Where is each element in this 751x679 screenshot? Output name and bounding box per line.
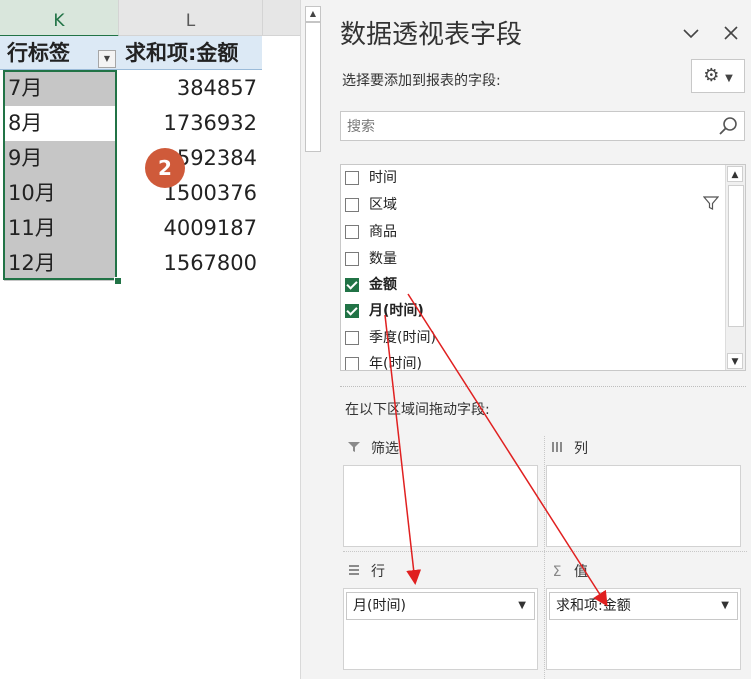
- values-drop-zone[interactable]: 求和项:金额 ▼: [546, 588, 741, 670]
- rows-field-pill[interactable]: 月(时间) ▼: [346, 592, 535, 620]
- sigma-icon: Σ: [552, 564, 562, 580]
- area-divider-horizontal: [343, 551, 747, 552]
- field-label: 季度(时间): [369, 330, 436, 346]
- pivot-row-label[interactable]: 11月: [4, 211, 117, 246]
- field-item-product[interactable]: 商品: [345, 219, 397, 245]
- pivot-row-value[interactable]: 1736932: [119, 106, 257, 141]
- area-divider-vertical: [544, 436, 545, 679]
- field-checkbox[interactable]: [345, 171, 359, 185]
- scroll-up-arrow-icon[interactable]: ▲: [727, 166, 743, 182]
- scrollbar-thumb[interactable]: [728, 185, 744, 327]
- pill-label: 求和项:金额: [556, 598, 631, 614]
- values-field-pill[interactable]: 求和项:金额 ▼: [549, 592, 738, 620]
- field-checkbox[interactable]: [345, 357, 359, 370]
- pivot-sum-header[interactable]: 求和项:金额: [119, 36, 262, 70]
- pivot-row-label[interactable]: 9月: [4, 141, 117, 176]
- field-label: 时间: [369, 170, 397, 186]
- column-header-k[interactable]: K: [0, 0, 119, 37]
- field-item-month[interactable]: 月(时间): [345, 298, 424, 324]
- sheet-vertical-scrollbar[interactable]: ▲: [300, 0, 326, 679]
- spreadsheet-grid: K L 行标签 ▼ 求和项:金额 7月 384857 8月 1736932 9月…: [0, 0, 300, 679]
- columns-icon: [546, 434, 568, 464]
- field-item-quantity[interactable]: 数量: [345, 246, 397, 272]
- column-header-next[interactable]: [263, 0, 300, 36]
- pane-title: 数据透视表字段: [340, 20, 523, 50]
- filter-funnel-icon: [343, 434, 365, 464]
- rows-icon: [343, 557, 365, 587]
- choose-fields-label: 选择要添加到报表的字段:: [342, 73, 501, 89]
- pivot-row-label[interactable]: 12月: [4, 246, 117, 281]
- caret-down-icon[interactable]: ▼: [721, 593, 729, 619]
- field-item-amount[interactable]: 金额: [345, 272, 397, 298]
- field-item-time[interactable]: 时间: [345, 165, 397, 191]
- caret-down-icon: ▼: [725, 73, 733, 84]
- field-checkbox[interactable]: [345, 331, 359, 345]
- field-label: 区域: [369, 197, 397, 213]
- step-number-badge: 2: [145, 148, 185, 188]
- caret-down-icon[interactable]: ▼: [518, 593, 526, 619]
- columns-drop-zone[interactable]: [546, 465, 741, 547]
- rows-drop-zone[interactable]: 月(时间) ▼: [343, 588, 538, 670]
- tools-dropdown-button[interactable]: ⚙ ▼: [691, 59, 745, 93]
- fill-handle[interactable]: [114, 277, 122, 285]
- field-item-quarter[interactable]: 季度(时间): [345, 325, 436, 351]
- search-input[interactable]: [341, 112, 709, 142]
- close-icon[interactable]: [723, 22, 739, 46]
- values-area-label: 值: [574, 564, 588, 580]
- field-label: 年(时间): [369, 356, 422, 371]
- field-label: 金额: [369, 277, 397, 293]
- rows-area-label: 行: [371, 564, 385, 580]
- row-labels-filter-button[interactable]: ▼: [98, 50, 116, 68]
- field-item-region[interactable]: 区域: [345, 192, 397, 218]
- filter-funnel-icon[interactable]: [703, 195, 719, 211]
- pivot-row-value[interactable]: 1567800: [119, 246, 257, 281]
- scroll-up-arrow-icon[interactable]: ▲: [305, 6, 321, 22]
- search-icon[interactable]: [718, 116, 738, 136]
- pivot-row-value[interactable]: 4009187: [119, 211, 257, 246]
- pivot-row-value[interactable]: 592384: [119, 141, 257, 176]
- field-checkbox[interactable]: [345, 225, 359, 239]
- columns-area-label: 列: [574, 441, 588, 457]
- filters-area[interactable]: 筛选: [343, 434, 538, 547]
- values-area[interactable]: Σ值 求和项:金额 ▼: [546, 557, 741, 670]
- field-checkbox[interactable]: [345, 252, 359, 266]
- field-search-box[interactable]: [340, 111, 745, 142]
- field-label: 商品: [369, 224, 397, 240]
- rows-area[interactable]: 行 月(时间) ▼: [343, 557, 538, 670]
- filters-area-label: 筛选: [371, 441, 399, 457]
- pivot-row-label[interactable]: 7月: [4, 71, 117, 106]
- chevron-down-icon[interactable]: [682, 24, 700, 45]
- gear-icon: ⚙: [703, 65, 720, 86]
- row-labels-text: 行标签: [7, 41, 70, 65]
- field-label: 数量: [369, 251, 397, 267]
- column-header-l[interactable]: L: [119, 0, 263, 36]
- pivot-row-value[interactable]: 1500376: [119, 176, 257, 211]
- pivot-row-label[interactable]: 8月: [4, 106, 117, 141]
- pivot-row-label[interactable]: 10月: [4, 176, 117, 211]
- field-list: 时间 区域 商品 数量 金额 月(时间) 季度(时间) 年(时间) ▲ ▼: [340, 164, 746, 371]
- pivot-fields-pane: 数据透视表字段 选择要添加到报表的字段: ⚙ ▼ 时间 区域 商品 数量 金额 …: [325, 0, 751, 679]
- field-checkbox[interactable]: [345, 198, 359, 212]
- scrollbar-thumb[interactable]: [305, 22, 321, 152]
- pill-label: 月(时间): [353, 598, 406, 614]
- pivot-row-labels-header[interactable]: 行标签 ▼: [0, 36, 119, 70]
- pane-divider: [340, 386, 746, 387]
- pivot-row-value[interactable]: 384857: [119, 71, 257, 106]
- field-item-year[interactable]: 年(时间): [345, 351, 422, 371]
- field-checkbox-checked[interactable]: [345, 278, 359, 292]
- field-checkbox-checked[interactable]: [345, 304, 359, 318]
- filters-drop-zone[interactable]: [343, 465, 538, 547]
- scroll-down-arrow-icon[interactable]: ▼: [727, 353, 743, 369]
- field-list-scrollbar[interactable]: ▲ ▼: [725, 165, 745, 370]
- drag-fields-label: 在以下区域间拖动字段:: [345, 402, 490, 418]
- field-label: 月(时间): [369, 303, 424, 319]
- columns-area[interactable]: 列: [546, 434, 741, 547]
